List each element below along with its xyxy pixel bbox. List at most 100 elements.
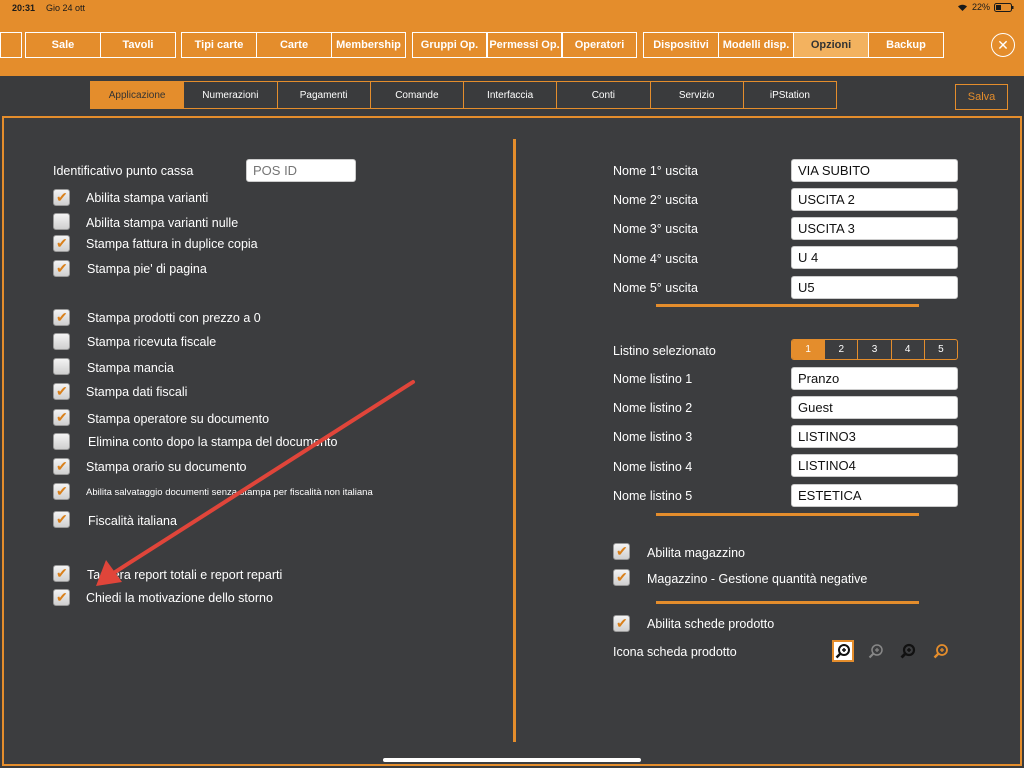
top-nav-bar: Sale Tavoli Tipi carte Carte Membership … (0, 16, 1024, 76)
listino-option[interactable]: 5 (925, 340, 957, 359)
listino-option[interactable]: 3 (858, 340, 892, 359)
section-divider (656, 513, 919, 516)
pos-id-input[interactable] (246, 159, 356, 182)
tab-modelli-disp[interactable]: Modelli disp. (718, 32, 794, 58)
option-label: Abilita stampa varianti (86, 191, 209, 205)
tab-membership[interactable]: Membership (331, 32, 406, 58)
subtab-ipstation[interactable]: iPStation (744, 82, 836, 108)
exit-input[interactable]: U5 (791, 276, 958, 299)
exit-input[interactable]: USCITA 2 (791, 188, 958, 211)
option-checkbox[interactable] (53, 260, 70, 277)
status-time: 20:31 (12, 3, 36, 13)
listino-input[interactable]: Guest (791, 396, 958, 419)
option-checkbox[interactable] (53, 589, 70, 606)
tab-opzioni[interactable]: Opzioni (793, 32, 869, 58)
section-divider (656, 304, 919, 307)
subtab-comande[interactable]: Comande (371, 82, 464, 108)
exit-label: Nome 5° uscita (613, 281, 698, 295)
exit-input[interactable]: USCITA 3 (791, 217, 958, 240)
tab-scroll-left[interactable] (0, 32, 22, 58)
battery-percent: 22% (971, 2, 990, 12)
option-checkbox[interactable] (53, 433, 70, 450)
tab-backup[interactable]: Backup (868, 32, 944, 58)
sub-tab-bar: Applicazione Numerazioni Pagamenti Coman… (90, 81, 837, 109)
option-label: Chiedi la motivazione dello storno (86, 591, 273, 605)
option-checkbox[interactable] (53, 213, 70, 230)
zoom-icon-option-4[interactable] (930, 640, 952, 662)
option-label: Stampa operatore su documento (87, 412, 270, 426)
option-checkbox[interactable] (53, 309, 70, 326)
magazzino-negative-checkbox[interactable] (613, 569, 630, 586)
option-label: Stampa orario su documento (86, 460, 247, 474)
tab-operatori[interactable]: Operatori (562, 32, 637, 58)
option-checkbox[interactable] (53, 235, 70, 252)
subtab-numerazioni[interactable]: Numerazioni (184, 82, 278, 108)
listino-option[interactable]: 2 (825, 340, 859, 359)
subtab-interfaccia[interactable]: Interfaccia (464, 82, 558, 108)
zoom-icon-option-3[interactable] (897, 640, 919, 662)
listino-selected-label: Listino selezionato (613, 344, 716, 358)
listino-input[interactable]: LISTINO4 (791, 454, 958, 477)
status-date: Gio 24 ott (46, 3, 86, 13)
option-label: Stampa mancia (87, 361, 174, 375)
status-right: 22% (957, 2, 1014, 12)
tab-tavoli[interactable]: Tavoli (100, 32, 176, 58)
zoom-icon-option-1[interactable] (832, 640, 854, 662)
option-checkbox[interactable] (53, 189, 70, 206)
magazzino-label: Abilita magazzino (647, 546, 745, 560)
listino-option[interactable]: 1 (792, 340, 826, 359)
tab-gruppi-op[interactable]: Gruppi Op. (412, 32, 487, 58)
option-checkbox[interactable] (53, 565, 70, 582)
option-label: Stampa ricevuta fiscale (87, 335, 217, 349)
option-checkbox[interactable] (53, 409, 70, 426)
listino-label: Nome listino 1 (613, 372, 693, 386)
option-label: Stampa pie' di pagina (87, 262, 207, 276)
exit-label: Nome 3° uscita (613, 222, 698, 236)
subtab-pagamenti[interactable]: Pagamenti (278, 82, 371, 108)
option-checkbox[interactable] (53, 511, 70, 528)
exit-input[interactable]: VIA SUBITO (791, 159, 958, 182)
listino-option[interactable]: 4 (892, 340, 925, 359)
option-checkbox[interactable] (53, 483, 70, 500)
schede-prodotto-checkbox[interactable] (613, 615, 630, 632)
exit-input[interactable]: U 4 (791, 246, 958, 269)
option-label: Stampa fattura in duplice copia (86, 237, 258, 251)
listino-input[interactable]: ESTETICA (791, 484, 958, 507)
tab-carte[interactable]: Carte (256, 32, 332, 58)
option-label: Fiscalità italiana (88, 514, 177, 528)
column-divider (513, 139, 516, 742)
option-label: Stampa prodotti con prezzo a 0 (87, 311, 261, 325)
tab-dispositivi[interactable]: Dispositivi (643, 32, 719, 58)
option-label: Abilita stampa varianti nulle (86, 216, 239, 230)
option-checkbox[interactable] (53, 383, 70, 400)
option-checkbox[interactable] (53, 358, 70, 375)
tab-sale[interactable]: Sale (25, 32, 101, 58)
zoom-icon-option-2[interactable] (865, 640, 887, 662)
listino-input[interactable]: Pranzo (791, 367, 958, 390)
status-bar: 20:31 Gio 24 ott 22% (0, 0, 1024, 16)
listino-label: Nome listino 3 (613, 430, 693, 444)
subtab-servizio[interactable]: Servizio (651, 82, 744, 108)
pos-id-label: Identificativo punto cassa (53, 164, 194, 178)
exit-label: Nome 1° uscita (613, 164, 698, 178)
tab-permessi-op[interactable]: Permessi Op. (487, 32, 562, 58)
subtab-applicazione[interactable]: Applicazione (91, 82, 185, 108)
section-divider (656, 601, 919, 604)
magazzino-checkbox[interactable] (613, 543, 630, 560)
magazzino-negative-label: Magazzino - Gestione quantità negative (647, 572, 868, 586)
exit-label: Nome 2° uscita (613, 193, 698, 207)
listino-input[interactable]: LISTINO3 (791, 425, 958, 448)
option-label: Tastiera report totali e report reparti (87, 568, 283, 582)
listino-label: Nome listino 2 (613, 401, 693, 415)
tab-tipi-carte[interactable]: Tipi carte (181, 32, 257, 58)
option-label: Abilita salvataggio documenti senza stam… (86, 487, 373, 498)
save-button[interactable]: Salva (955, 84, 1008, 110)
option-checkbox[interactable] (53, 458, 70, 475)
option-label: Elimina conto dopo la stampa del documen… (88, 435, 338, 449)
option-checkbox[interactable] (53, 333, 70, 350)
option-label: Stampa dati fiscali (86, 385, 188, 399)
listino-segmented-control: 1 2 3 4 5 (791, 339, 958, 360)
subtab-conti[interactable]: Conti (557, 82, 651, 108)
home-indicator (383, 758, 641, 762)
close-icon[interactable]: ✕ (991, 33, 1015, 57)
